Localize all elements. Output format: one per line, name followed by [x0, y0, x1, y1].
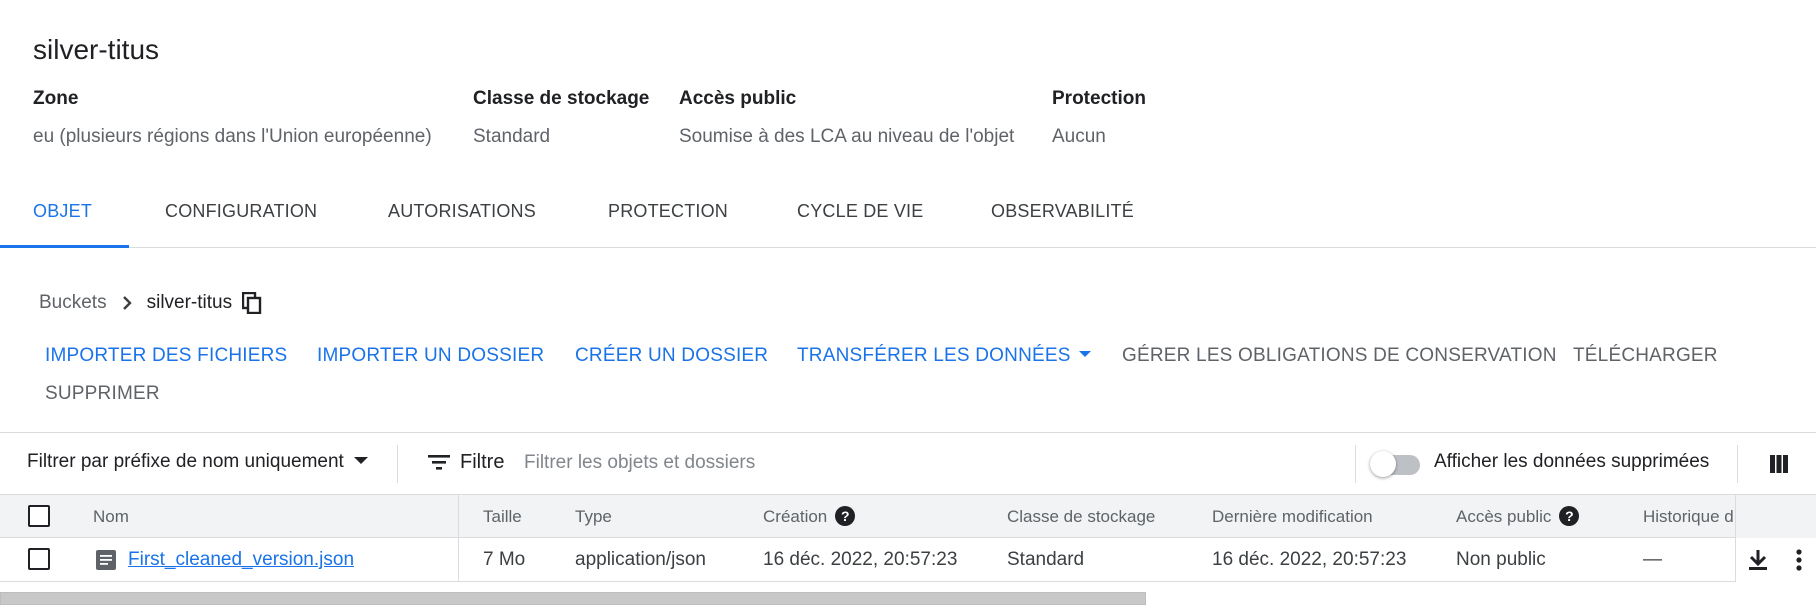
tab-cycle-de-vie[interactable]: CYCLE DE VIE — [764, 190, 956, 248]
object-history: — — [1643, 549, 1662, 570]
breadcrumb-current: silver-titus — [146, 292, 233, 313]
manage-holds-button[interactable]: GÉRER LES OBLIGATIONS DE CONSERVATION — [1122, 345, 1557, 367]
column-display-icon[interactable] — [1769, 454, 1789, 479]
column-header-history[interactable]: Historique d — [1643, 507, 1734, 527]
column-header-type[interactable]: Type — [575, 507, 612, 527]
column-header-created[interactable]: Création? — [763, 506, 856, 527]
copy-icon[interactable] — [242, 292, 262, 314]
filter-label: Filtre — [460, 451, 505, 473]
meta-public-access: Accès public Soumise à des LCA au niveau… — [679, 88, 1014, 148]
meta-protection-label: Protection — [1052, 88, 1146, 109]
meta-zone-value: eu (plusieurs régions dans l'Union europ… — [33, 126, 432, 147]
caret-down-icon — [1078, 350, 1091, 357]
meta-public-access-label: Accès public — [679, 88, 797, 109]
tab-autorisations[interactable]: AUTORISATIONS — [355, 190, 569, 248]
row-checkbox[interactable] — [28, 548, 50, 570]
divider — [397, 445, 398, 483]
help-icon[interactable]: ? — [835, 506, 856, 527]
meta-protection: Protection Aucun — [1052, 88, 1146, 148]
object-modified: 16 déc. 2022, 20:57:23 — [1212, 549, 1407, 570]
bucket-title: silver-titus — [33, 34, 160, 65]
filter-icon — [428, 453, 450, 476]
table-header: Nom Taille Type Création? Classe de stoc… — [0, 494, 1816, 539]
tab-protection[interactable]: PROTECTION — [575, 190, 761, 248]
column-header-storage-class[interactable]: Classe de stockage — [1007, 507, 1155, 527]
column-header-created-label: Création — [763, 507, 828, 526]
object-public-access: Non public — [1456, 549, 1546, 570]
meta-storage-class: Classe de stockage Standard — [473, 88, 649, 148]
divider — [1737, 445, 1738, 483]
object-size: 7 Mo — [483, 549, 526, 570]
horizontal-scrollbar[interactable] — [0, 592, 1146, 605]
show-deleted-label: Afficher les données supprimées — [1434, 451, 1710, 472]
more-vert-icon[interactable] — [1795, 548, 1803, 577]
filter-input[interactable] — [524, 449, 1284, 477]
transfer-data-button[interactable]: TRANSFÉRER LES DONNÉES — [797, 345, 1091, 367]
column-header-public-access[interactable]: Accès public? — [1456, 506, 1580, 527]
object-name-link[interactable]: First_cleaned_version.json — [128, 549, 354, 571]
prefix-filter-dropdown[interactable]: Filtrer par préfixe de nom uniquement — [27, 451, 368, 473]
transfer-data-label: TRANSFÉRER LES DONNÉES — [797, 345, 1071, 366]
select-all-checkbox[interactable] — [28, 505, 50, 527]
upload-files-button[interactable]: IMPORTER DES FICHIERS — [45, 345, 287, 367]
sticky-actions-header — [1735, 495, 1816, 539]
breadcrumb: Buckets silver-titus — [39, 289, 262, 317]
meta-zone-label: Zone — [33, 88, 79, 109]
object-storage-class: Standard — [1007, 549, 1085, 570]
column-header-name[interactable]: Nom — [93, 507, 129, 527]
tab-observabilite[interactable]: OBSERVABILITÉ — [958, 190, 1167, 248]
column-header-public-access-label: Accès public — [1456, 507, 1552, 526]
table-row[interactable]: First_cleaned_version.json 7 Mo applicat… — [0, 538, 1816, 582]
tab-configuration[interactable]: CONFIGURATION — [132, 190, 350, 248]
divider — [1355, 445, 1356, 483]
prefix-filter-label: Filtrer par préfixe de nom uniquement — [27, 451, 344, 472]
file-icon — [96, 550, 116, 570]
meta-storage-class-value: Standard — [473, 126, 551, 147]
help-icon[interactable]: ? — [1559, 506, 1580, 527]
meta-public-access-value: Soumise à des LCA au niveau de l'objet — [679, 126, 1015, 147]
create-folder-button[interactable]: CRÉER UN DOSSIER — [575, 345, 768, 367]
object-created: 16 déc. 2022, 20:57:23 — [763, 549, 958, 570]
chevron-right-icon — [121, 295, 133, 311]
toggle-thumb — [1370, 451, 1396, 477]
object-type: application/json — [575, 549, 706, 570]
column-header-size[interactable]: Taille — [483, 507, 522, 527]
download-icon[interactable] — [1746, 548, 1770, 577]
meta-protection-value: Aucun — [1052, 126, 1106, 147]
meta-storage-class-label: Classe de stockage — [473, 88, 650, 109]
column-header-modified[interactable]: Dernière modification — [1212, 507, 1373, 527]
breadcrumb-buckets-link[interactable]: Buckets — [39, 292, 107, 314]
tab-objet[interactable]: OBJET — [0, 190, 129, 248]
filter-bar: Filtrer par préfixe de nom uniquement Fi… — [0, 432, 1816, 494]
download-button[interactable]: TÉLÉCHARGER — [1573, 345, 1718, 367]
meta-zone: Zone eu (plusieurs régions dans l'Union … — [33, 88, 432, 148]
tab-bar: OBJET CONFIGURATION AUTORISATIONS PROTEC… — [0, 190, 1816, 248]
delete-button[interactable]: SUPPRIMER — [45, 383, 160, 405]
show-deleted-toggle[interactable] — [1370, 451, 1424, 477]
upload-folder-button[interactable]: IMPORTER UN DOSSIER — [317, 345, 544, 367]
caret-down-icon — [353, 456, 368, 464]
